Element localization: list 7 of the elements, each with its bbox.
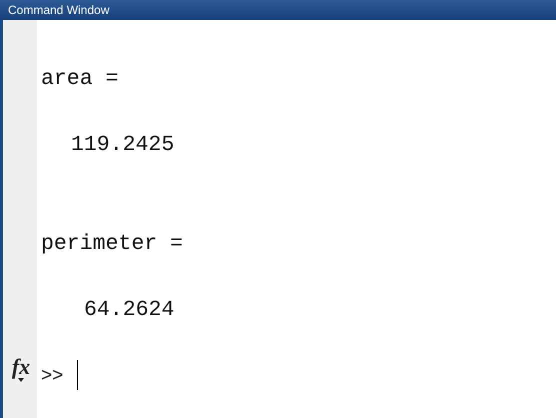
window-title: Command Window (8, 4, 110, 16)
text-cursor (77, 360, 78, 390)
value-text: 119.2425 (71, 132, 174, 159)
prompt-symbol: >> (41, 366, 64, 384)
variable-label: perimeter = (41, 231, 183, 258)
value-text: 64.2624 (84, 297, 174, 324)
variable-label: area = (41, 66, 118, 93)
